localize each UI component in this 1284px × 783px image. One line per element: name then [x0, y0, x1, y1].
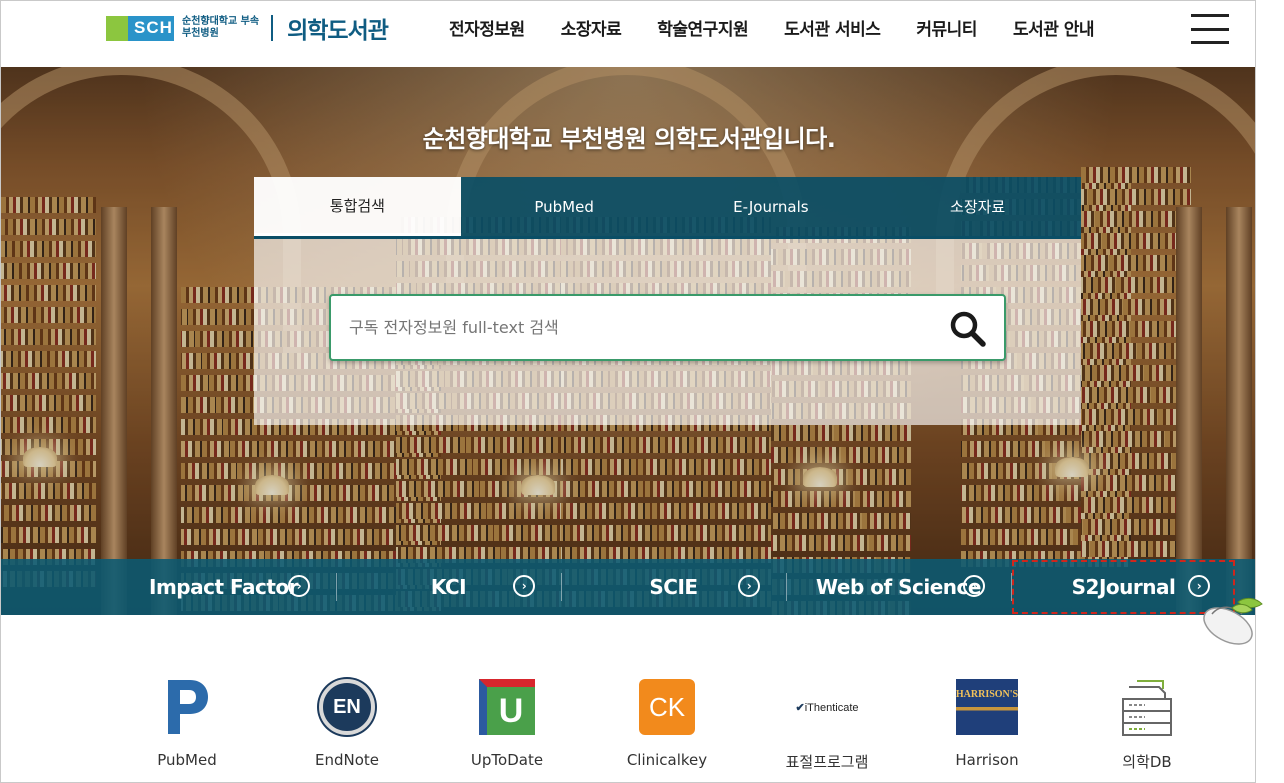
page-frame: SCH 순천향대학교 부속 부천병원 의학도서관 전자정보원 소장자료 학술연구… [0, 0, 1256, 783]
chevron-right-circle-icon: › [738, 575, 760, 597]
resource-shortcuts: PubMed EN EndNote U UpToDate CK Clinical… [107, 677, 1227, 772]
search-field [329, 294, 1006, 361]
nav-community[interactable]: 커뮤니티 [916, 15, 977, 40]
search-tabs: 통합검색 PubMed E-Journals 소장자료 [254, 177, 1081, 236]
logo-subtitle: 순천향대학교 부속 부천병원 [182, 16, 259, 40]
clinicalkey-icon: CK [637, 677, 697, 737]
shortcut-uptodate[interactable]: U UpToDate [427, 677, 587, 772]
nav-library-services[interactable]: 도서관 서비스 [784, 15, 881, 40]
site-header: SCH 순천향대학교 부속 부천병원 의학도서관 전자정보원 소장자료 학술연구… [1, 1, 1255, 67]
search-icon [950, 311, 986, 347]
quicklink-scie[interactable]: SCIE › [561, 559, 786, 615]
nav-research-support[interactable]: 학술연구지원 [657, 15, 748, 40]
tab-pubmed[interactable]: PubMed [460, 177, 668, 236]
endnote-icon: EN [317, 677, 377, 737]
logo-title: 의학도서관 [287, 18, 389, 44]
search-widget: 통합검색 PubMed E-Journals 소장자료 [254, 177, 1081, 425]
shortcut-endnote[interactable]: EN EndNote [267, 677, 427, 772]
uptodate-icon: U [477, 677, 537, 737]
hero-banner: 순천향대학교 부천병원 의학도서관입니다. 통합검색 PubMed E-Jour… [1, 67, 1255, 615]
hamburger-menu-icon[interactable] [1191, 14, 1229, 44]
shortcut-pubmed[interactable]: PubMed [107, 677, 267, 772]
shortcut-label: 표절프로그램 [785, 753, 869, 771]
shortcut-plagiarism-checker[interactable]: ✔iThenticate 표절프로그램 [747, 677, 907, 772]
nav-library-info[interactable]: 도서관 안내 [1013, 15, 1095, 40]
shortcut-medical-db[interactable]: 의학DB [1067, 677, 1227, 772]
nav-holdings[interactable]: 소장자료 [561, 15, 622, 40]
quicklink-kci[interactable]: KCI › [336, 559, 561, 615]
search-button[interactable] [948, 309, 988, 349]
hero-title: 순천향대학교 부천병원 의학도서관입니다. [422, 125, 836, 153]
logo-sub-line2: 부천병원 [182, 28, 219, 39]
shortcut-label: Clinicalkey [626, 751, 708, 769]
chevron-right-circle-icon: › [963, 575, 985, 597]
shortcut-label: 의학DB [1122, 753, 1172, 771]
tab-integrated-search[interactable]: 통합검색 [254, 177, 461, 236]
main-nav: 전자정보원 소장자료 학술연구지원 도서관 서비스 커뮤니티 도서관 안내 [449, 15, 1130, 40]
logo-sub-line1: 순천향대학교 부속 [182, 16, 260, 27]
shortcut-label: EndNote [314, 751, 379, 769]
tab-holdings[interactable]: 소장자료 [874, 177, 1081, 236]
pubmed-icon [157, 677, 217, 737]
search-input[interactable] [349, 296, 929, 359]
chevron-right-circle-icon: › [513, 575, 535, 597]
sch-logo-badge: SCH [106, 15, 174, 41]
chevron-right-circle-icon: › [288, 575, 310, 597]
shortcut-label: UpToDate [470, 751, 544, 769]
tab-e-journals[interactable]: E-Journals [667, 177, 875, 236]
shortcut-label: Harrison [955, 751, 1019, 769]
ithenticate-icon: ✔iThenticate [795, 701, 859, 714]
shortcut-label: PubMed [157, 751, 217, 769]
quicklink-impact-factor[interactable]: Impact Factor › [111, 559, 336, 615]
quicklink-web-of-science[interactable]: Web of Science › [786, 559, 1011, 615]
quick-links-bar: Impact Factor › KCI › SCIE › Web of Scie… [1, 559, 1255, 615]
database-icon [1117, 677, 1177, 737]
shortcut-clinicalkey[interactable]: CK Clinicalkey [587, 677, 747, 772]
mouse-cursor-icon [1198, 594, 1264, 646]
harrison-icon: HARRISON'S [955, 677, 1019, 737]
site-logo[interactable]: SCH 순천향대학교 부속 부천병원 의학도서관 [106, 14, 389, 44]
search-panel [254, 236, 1081, 425]
shortcut-harrison[interactable]: HARRISON'S Harrison [907, 677, 1067, 772]
logo-divider [271, 15, 274, 41]
nav-electronic-resources[interactable]: 전자정보원 [449, 15, 525, 40]
